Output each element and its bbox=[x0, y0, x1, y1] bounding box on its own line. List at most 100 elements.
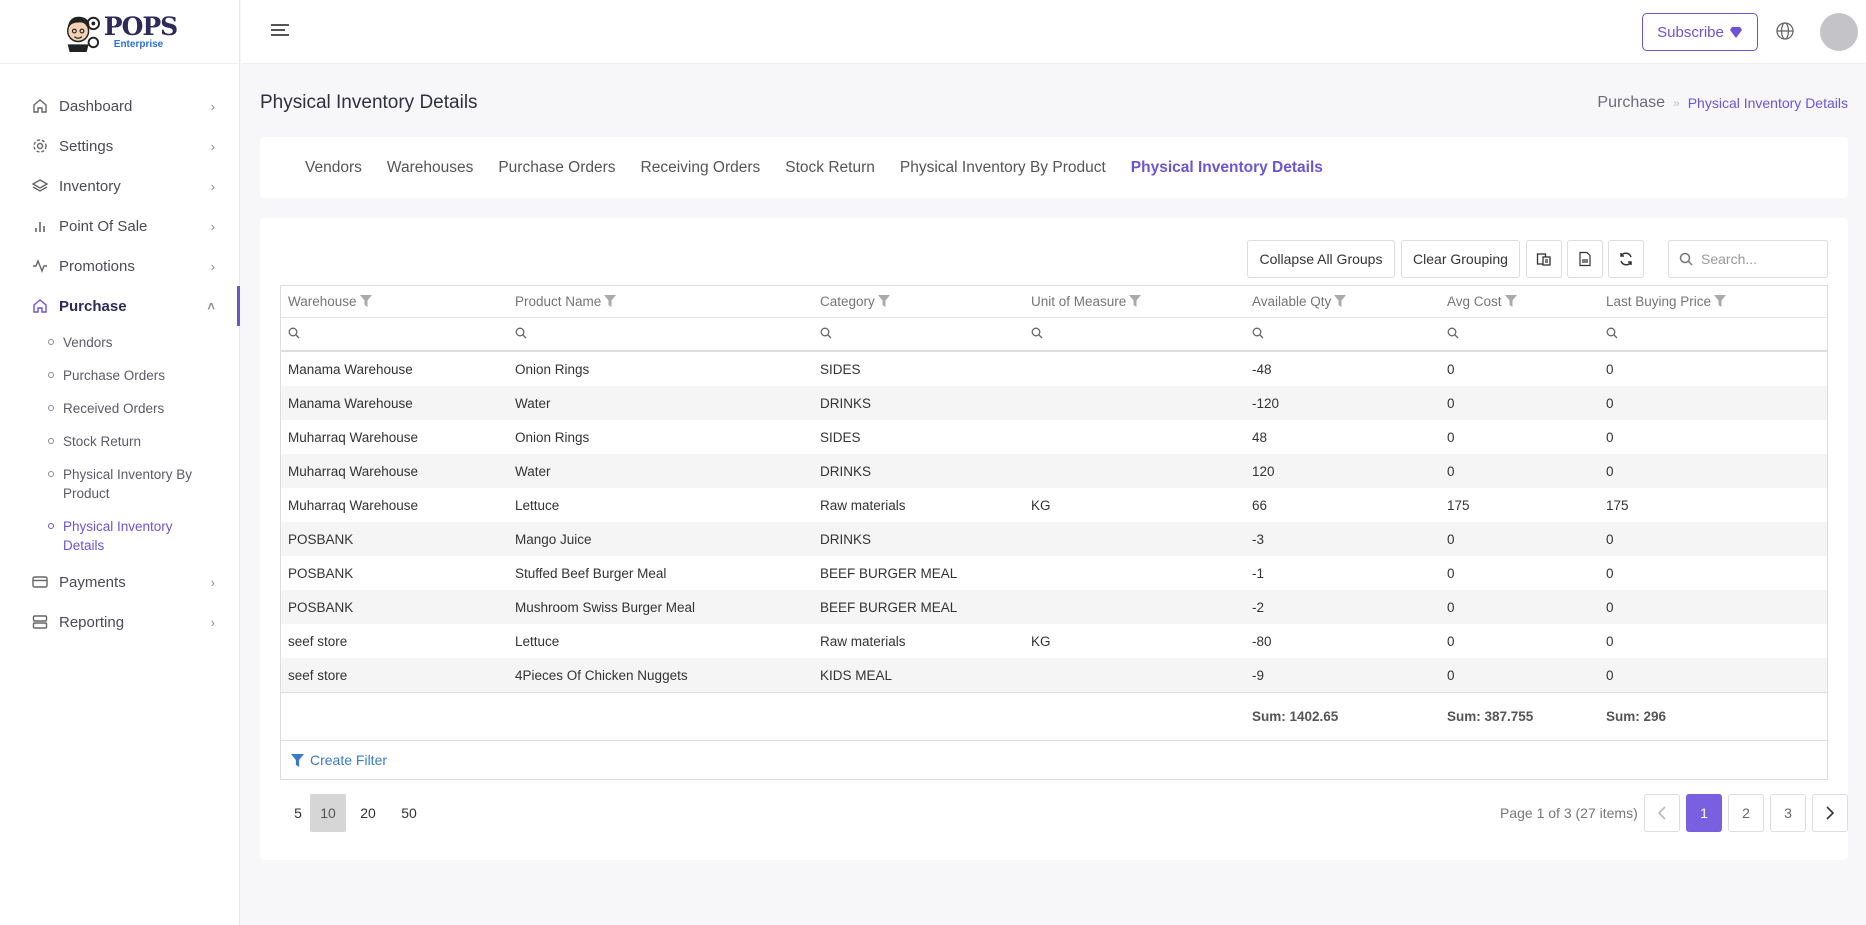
cell-available-qty: -9 bbox=[1252, 667, 1265, 683]
page-button-1[interactable]: 1 bbox=[1686, 794, 1722, 832]
next-page-button[interactable] bbox=[1812, 794, 1848, 832]
cell-last-buying-price: 0 bbox=[1606, 429, 1614, 445]
filter-icon[interactable] bbox=[1714, 295, 1727, 307]
filter-cell[interactable] bbox=[508, 327, 813, 342]
table-row[interactable]: Muharraq Warehouse Water DRINKS 120 0 0 bbox=[281, 454, 1827, 488]
cell-product-name: 4Pieces Of Chicken Nuggets bbox=[515, 667, 688, 683]
sidebar-item-point-of-sale[interactable]: Point Of Sale › bbox=[0, 206, 239, 246]
table-row[interactable]: Manama Warehouse Onion Rings SIDES -48 0 0 bbox=[281, 352, 1827, 386]
submenu-item-physical-inventory-by-product[interactable]: Physical Inventory By Product bbox=[48, 458, 239, 510]
column-header-product-name[interactable]: Product Name bbox=[508, 294, 813, 309]
tab-warehouses[interactable]: Warehouses bbox=[387, 159, 473, 177]
page-size-10[interactable]: 10 bbox=[310, 794, 346, 832]
submenu-item-physical-inventory-details[interactable]: Physical Inventory Details bbox=[48, 510, 239, 562]
page-button-2[interactable]: 2 bbox=[1728, 794, 1764, 832]
table-row[interactable]: Manama Warehouse Water DRINKS -120 0 0 bbox=[281, 386, 1827, 420]
cell-product-name: Lettuce bbox=[515, 497, 560, 513]
cell-last-buying-price: 0 bbox=[1606, 361, 1614, 377]
export-csv-button[interactable] bbox=[1567, 240, 1603, 278]
table-row[interactable]: POSBANK Mushroom Swiss Burger Meal BEEF BU… bbox=[281, 590, 1827, 624]
filter-cell[interactable] bbox=[813, 327, 1024, 342]
cell-available-qty: -1 bbox=[1252, 565, 1265, 581]
submenu-item-stock-return[interactable]: Stock Return bbox=[48, 425, 239, 458]
filter-cell[interactable] bbox=[281, 327, 508, 342]
search-icon bbox=[288, 327, 300, 338]
page-size-20[interactable]: 20 bbox=[350, 794, 386, 832]
globe-icon[interactable] bbox=[1775, 21, 1795, 41]
cell-avg-cost: 0 bbox=[1447, 463, 1455, 479]
table-row[interactable]: POSBANK Stuffed Beef Burger Meal BEEF BURG… bbox=[281, 556, 1827, 590]
tab-stock-return[interactable]: Stock Return bbox=[785, 159, 875, 177]
column-label: Last Buying Price bbox=[1606, 294, 1712, 309]
logo[interactable]: POPS Enterprise bbox=[0, 0, 239, 64]
tab-vendors[interactable]: Vendors bbox=[305, 159, 362, 177]
table-row[interactable]: Muharraq Warehouse Lettuce Raw materials KG… bbox=[281, 488, 1827, 522]
column-header-warehouse[interactable]: Warehouse bbox=[281, 294, 508, 309]
cell-product-name: Water bbox=[515, 395, 551, 411]
refresh-button[interactable] bbox=[1608, 240, 1644, 278]
search-input[interactable] bbox=[1701, 251, 1821, 267]
cell-last-buying-price: 0 bbox=[1606, 633, 1614, 649]
sidebar-item-payments[interactable]: Payments › bbox=[0, 562, 239, 602]
table-body: Manama Warehouse Onion Rings SIDES -48 0 0 Ma… bbox=[281, 352, 1827, 692]
page-size-50[interactable]: 50 bbox=[391, 794, 427, 832]
grid-search[interactable] bbox=[1668, 240, 1828, 278]
clear-grouping-button[interactable]: Clear Grouping bbox=[1401, 240, 1520, 278]
submenu-item-received-orders[interactable]: Received Orders bbox=[48, 392, 239, 425]
cell-category: BEEF BURGER MEAL bbox=[820, 565, 958, 581]
column-header-category[interactable]: Category bbox=[813, 294, 1024, 309]
prev-page-button[interactable] bbox=[1644, 794, 1680, 832]
create-filter-link[interactable]: Create Filter bbox=[281, 740, 1827, 779]
cell-product-name: Water bbox=[515, 463, 551, 479]
filter-icon[interactable] bbox=[1504, 295, 1517, 307]
column-header-avg-cost[interactable]: Avg Cost bbox=[1440, 294, 1599, 309]
export-excel-button[interactable] bbox=[1526, 240, 1562, 278]
subscribe-button[interactable]: Subscribe bbox=[1642, 13, 1758, 51]
chevron-left-icon bbox=[1657, 806, 1666, 820]
column-header-available-qty[interactable]: Available Qty bbox=[1245, 294, 1440, 309]
table-row[interactable]: POSBANK Mango Juice DRINKS -3 0 0 bbox=[281, 522, 1827, 556]
column-header-last-buying-price[interactable]: Last Buying Price bbox=[1599, 294, 1827, 309]
filter-icon[interactable] bbox=[1129, 295, 1142, 307]
sidebar-item-dashboard[interactable]: Dashboard › bbox=[0, 86, 239, 126]
filter-cell[interactable] bbox=[1245, 327, 1440, 342]
avatar[interactable] bbox=[1820, 13, 1858, 51]
filter-icon[interactable] bbox=[604, 295, 617, 307]
sidebar-item-reporting[interactable]: Reporting › bbox=[0, 602, 239, 642]
filter-cell[interactable] bbox=[1599, 327, 1827, 342]
menu-toggle-icon[interactable] bbox=[271, 24, 289, 39]
tab-physical-inventory-details[interactable]: Physical Inventory Details bbox=[1131, 159, 1323, 177]
filter-cell[interactable] bbox=[1024, 327, 1245, 342]
summary-avg-cost: Sum: 387.755 bbox=[1447, 709, 1534, 724]
submenu-item-vendors[interactable]: Vendors bbox=[48, 326, 239, 359]
cell-category: Raw materials bbox=[820, 497, 906, 513]
column-header-unit-of-measure[interactable]: Unit of Measure bbox=[1024, 294, 1245, 309]
table-row[interactable]: seef store Lettuce Raw materials KG -80 0 0 bbox=[281, 624, 1827, 658]
sidebar-item-label: Inventory bbox=[59, 177, 121, 195]
cell-product-name: Mango Juice bbox=[515, 531, 592, 547]
sidebar-item-settings[interactable]: Settings › bbox=[0, 126, 239, 166]
table-row[interactable]: Muharraq Warehouse Onion Rings SIDES 48 0 0 bbox=[281, 420, 1827, 454]
bar-chart-icon bbox=[32, 218, 48, 234]
table-row[interactable]: seef store 4Pieces Of Chicken Nuggets KIDS… bbox=[281, 658, 1827, 692]
cell-unit-of-measure: KG bbox=[1031, 633, 1051, 649]
sidebar-item-purchase[interactable]: Purchase ˄ bbox=[0, 286, 240, 326]
summary-available-qty: Sum: 1402.65 bbox=[1252, 709, 1339, 724]
page-button-3[interactable]: 3 bbox=[1770, 794, 1806, 832]
filter-icon[interactable] bbox=[1334, 295, 1347, 307]
breadcrumb-root[interactable]: Purchase bbox=[1597, 94, 1665, 112]
sidebar-item-inventory[interactable]: Inventory › bbox=[0, 166, 239, 206]
cell-warehouse: POSBANK bbox=[288, 531, 354, 547]
subscribe-label: Subscribe bbox=[1657, 23, 1724, 41]
submenu-item-purchase-orders[interactable]: Purchase Orders bbox=[48, 359, 239, 392]
sidebar-item-label: Point Of Sale bbox=[59, 217, 148, 235]
filter-icon[interactable] bbox=[877, 295, 890, 307]
filter-cell[interactable] bbox=[1440, 327, 1599, 342]
collapse-all-groups-button[interactable]: Collapse All Groups bbox=[1247, 240, 1395, 278]
sidebar-item-promotions[interactable]: Promotions › bbox=[0, 246, 239, 286]
tab-receiving-orders[interactable]: Receiving Orders bbox=[641, 159, 761, 177]
tab-purchase-orders[interactable]: Purchase Orders bbox=[498, 159, 615, 177]
home-icon bbox=[32, 98, 48, 114]
filter-icon[interactable] bbox=[359, 295, 372, 307]
tab-physical-inventory-by-product[interactable]: Physical Inventory By Product bbox=[900, 159, 1106, 177]
